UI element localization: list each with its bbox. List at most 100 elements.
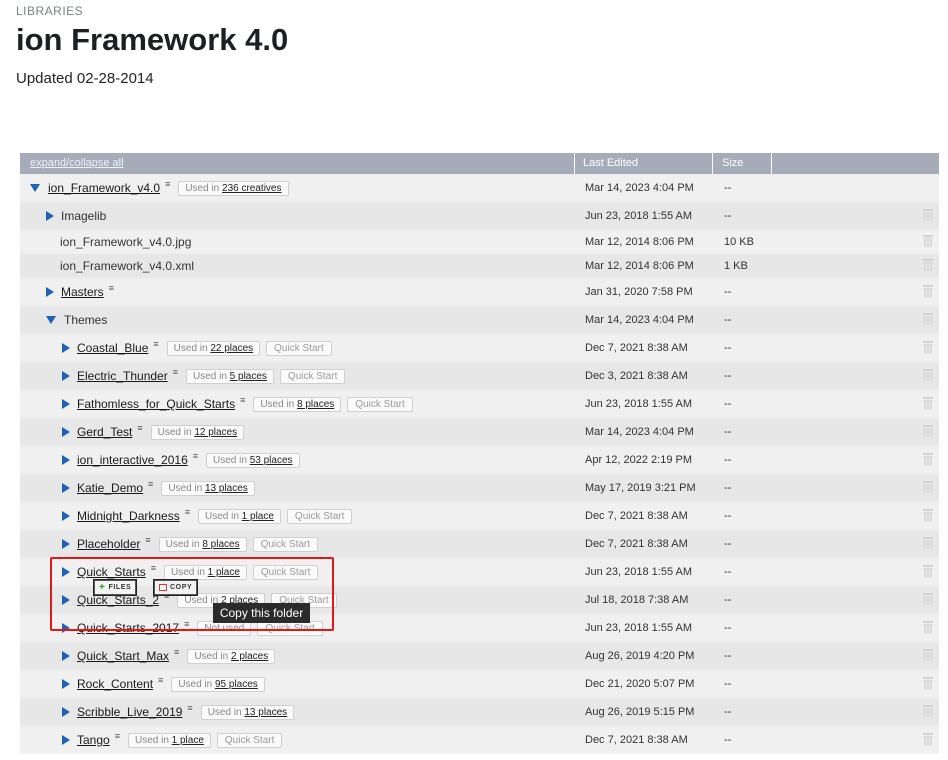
menu-icon[interactable]: ≡ (158, 675, 163, 685)
menu-icon[interactable]: ≡ (153, 339, 158, 349)
usage-link[interactable]: 5 places (230, 371, 267, 382)
expand-triangle-icon[interactable] (62, 483, 70, 493)
usage-link[interactable]: 1 place (172, 735, 204, 746)
menu-icon[interactable]: ≡ (165, 179, 170, 189)
column-header-size[interactable]: Size (722, 157, 743, 169)
menu-icon[interactable]: ≡ (173, 367, 178, 377)
table-row[interactable]: Tango ≡ Used in 1 place Quick Start Dec 7, 2… (20, 726, 939, 754)
trash-icon[interactable] (922, 648, 934, 662)
trash-icon[interactable] (922, 620, 934, 634)
expand-triangle-icon[interactable] (62, 343, 70, 353)
item-name[interactable]: Imagelib (61, 209, 106, 223)
table-row[interactable]: ion_interactive_2016 ≡ Used in 53 places Ap… (20, 446, 939, 474)
copy-button[interactable]: COPY (154, 580, 198, 595)
trash-icon[interactable] (922, 312, 934, 326)
usage-link[interactable]: 53 places (250, 455, 293, 466)
item-name[interactable]: ion_Framework_v4.0 (48, 181, 160, 195)
menu-icon[interactable]: ≡ (145, 535, 150, 545)
table-row[interactable]: ion_Framework_v4.0.xml Mar 12, 2014 8:06 … (20, 254, 939, 278)
table-row[interactable]: Placeholder ≡ Used in 8 places Quick Start D… (20, 530, 939, 558)
trash-icon[interactable] (922, 732, 934, 746)
usage-link[interactable]: 22 places (210, 343, 253, 354)
item-name[interactable]: Electric_Thunder (77, 369, 168, 383)
trash-icon[interactable] (922, 676, 934, 690)
collapse-triangle-icon[interactable] (46, 316, 56, 324)
item-name[interactable]: Themes (64, 313, 107, 327)
item-name[interactable]: Masters (61, 285, 104, 299)
expand-triangle-icon[interactable] (62, 511, 70, 521)
table-row[interactable]: Gerd_Test ≡ Used in 12 places Mar 14, 2023 … (20, 418, 939, 446)
item-name[interactable]: ion_Framework_v4.0.xml (60, 259, 194, 273)
item-name[interactable]: Fathomless_for_Quick_Starts (77, 397, 235, 411)
expand-triangle-icon[interactable] (62, 371, 70, 381)
table-row[interactable]: Electric_Thunder ≡ Used in 5 places Quick S… (20, 362, 939, 390)
usage-link[interactable]: 1 place (242, 511, 274, 522)
trash-icon[interactable] (922, 284, 934, 298)
trash-icon[interactable] (922, 592, 934, 606)
usage-link[interactable]: 8 places (202, 539, 239, 550)
trash-icon[interactable] (922, 480, 934, 494)
menu-icon[interactable]: ≡ (115, 731, 120, 741)
item-name[interactable]: Coastal_Blue (77, 341, 148, 355)
expand-triangle-icon[interactable] (62, 455, 70, 465)
table-row[interactable]: ion_Framework_v4.0.jpg Mar 12, 2014 8:06 … (20, 230, 939, 254)
item-name[interactable]: Placeholder (77, 537, 140, 551)
usage-link[interactable]: 12 places (194, 427, 237, 438)
menu-icon[interactable]: ≡ (193, 451, 198, 461)
table-row[interactable]: Fathomless_for_Quick_Starts ≡ Used in 8 pl… (20, 390, 939, 418)
trash-icon[interactable] (922, 424, 934, 438)
menu-icon[interactable]: ≡ (174, 647, 179, 657)
trash-icon[interactable] (922, 564, 934, 578)
item-name[interactable]: Scribble_Live_2019 (77, 705, 182, 719)
table-row[interactable]: Katie_Demo ≡ Used in 13 places May 17, 2019… (20, 474, 939, 502)
collapse-triangle-icon[interactable] (30, 184, 40, 192)
expand-triangle-icon[interactable] (62, 539, 70, 549)
expand-triangle-icon[interactable] (62, 427, 70, 437)
menu-icon[interactable]: ≡ (148, 479, 153, 489)
item-name[interactable]: Katie_Demo (77, 481, 143, 495)
usage-link[interactable]: 8 places (297, 399, 334, 410)
trash-icon[interactable] (922, 508, 934, 522)
table-row[interactable]: Coastal_Blue ≡ Used in 22 places Quick Star… (20, 334, 939, 362)
table-row[interactable]: Rock_Content ≡ Used in 95 places Dec 21, 20… (20, 670, 939, 698)
expand-triangle-icon[interactable] (62, 651, 70, 661)
table-row[interactable]: Masters ≡ Jan 31, 2020 7:58 PM -- (20, 278, 939, 306)
column-header-last-edited[interactable]: Last Edited (583, 157, 638, 169)
table-row[interactable]: Imagelib Jun 23, 2018 1:55 AM -- (20, 202, 939, 230)
trash-icon[interactable] (922, 234, 934, 248)
table-row[interactable]: Midnight_Darkness ≡ Used in 1 place Quick S… (20, 502, 939, 530)
trash-icon[interactable] (922, 368, 934, 382)
usage-link[interactable]: 236 creatives (222, 183, 281, 194)
trash-icon[interactable] (922, 396, 934, 410)
table-row[interactable]: ion_Framework_v4.0 ≡ Used in 236 creatives… (20, 174, 939, 202)
menu-icon[interactable]: ≡ (137, 423, 142, 433)
item-name[interactable]: ion_Framework_v4.0.jpg (60, 235, 191, 249)
usage-link[interactable]: 13 places (244, 707, 287, 718)
trash-icon[interactable] (922, 258, 934, 272)
expand-triangle-icon[interactable] (62, 679, 70, 689)
expand-triangle-icon[interactable] (46, 211, 54, 221)
item-name[interactable]: Midnight_Darkness (77, 509, 180, 523)
item-name[interactable]: Gerd_Test (77, 425, 132, 439)
menu-icon[interactable]: ≡ (109, 283, 114, 293)
item-name[interactable]: Quick_Start_Max (77, 649, 169, 663)
menu-icon[interactable]: ≡ (187, 703, 192, 713)
expand-triangle-icon[interactable] (46, 287, 54, 297)
trash-icon[interactable] (922, 704, 934, 718)
trash-icon[interactable] (922, 208, 934, 222)
trash-icon[interactable] (922, 340, 934, 354)
menu-icon[interactable]: ≡ (185, 507, 190, 517)
usage-link[interactable]: 13 places (205, 483, 248, 494)
breadcrumb[interactable]: LIBRARIES (16, 4, 83, 18)
expand-triangle-icon[interactable] (62, 735, 70, 745)
menu-icon[interactable]: ≡ (240, 395, 245, 405)
table-row[interactable]: Quick_Start_Max ≡ Used in 2 places Aug 26, … (20, 642, 939, 670)
files-button[interactable]: + FILES (94, 580, 137, 595)
table-row[interactable]: Scribble_Live_2019 ≡ Used in 13 places Aug … (20, 698, 939, 726)
trash-icon[interactable] (922, 452, 934, 466)
expand-triangle-icon[interactable] (62, 707, 70, 717)
item-name[interactable]: Tango (77, 733, 110, 747)
usage-link[interactable]: 2 places (231, 651, 268, 662)
trash-icon[interactable] (922, 536, 934, 550)
item-name[interactable]: ion_interactive_2016 (77, 453, 188, 467)
